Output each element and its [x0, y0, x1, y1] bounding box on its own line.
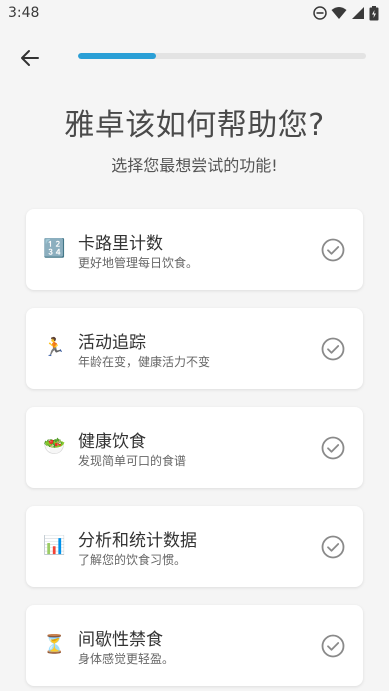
feature-card-healthy-eating[interactable]: 🥗 健康饮食 发现简单可口的食谱 [26, 407, 363, 488]
feature-title: 分析和统计数据 [78, 531, 197, 551]
do-not-disturb-icon [313, 6, 327, 20]
feature-card-activity-tracking[interactable]: 🏃 活动追踪 年龄在变，健康活力不变 [26, 308, 363, 389]
runner-icon: 🏃 [43, 337, 66, 358]
feature-card-analytics[interactable]: 📊 分析和统计数据 了解您的饮食习惯。 [26, 506, 363, 587]
feature-subtitle: 发现简单可口的食谱 [78, 454, 187, 468]
feature-list: 🔢 卡路里计数 更好地管理每日饮食。 🏃 活动追踪 年龄在变，健康活力不变 🥗 … [26, 209, 363, 691]
progress-bar [78, 53, 366, 59]
battery-icon [369, 5, 379, 20]
page-subtitle: 选择您最想尝试的功能! [111, 156, 278, 175]
signal-icon [352, 7, 364, 19]
bar-chart-icon: 📊 [43, 535, 66, 556]
hourglass-icon: ⏳ [43, 634, 66, 655]
feature-title: 卡路里计数 [78, 234, 163, 254]
top-bar [0, 36, 389, 80]
wifi-icon [331, 7, 347, 19]
feature-subtitle: 更好地管理每日饮食。 [78, 256, 199, 270]
status-time: 3:48 [8, 5, 40, 21]
check-circle-icon[interactable] [321, 238, 345, 262]
check-circle-icon[interactable] [321, 337, 345, 361]
feature-title: 间歇性禁食 [78, 630, 163, 650]
status-bar: 3:48 [0, 0, 389, 26]
feature-subtitle: 了解您的饮食习惯。 [78, 553, 187, 567]
feature-card-calorie-counting[interactable]: 🔢 卡路里计数 更好地管理每日饮食。 [26, 209, 363, 290]
feature-subtitle: 年龄在变，健康活力不变 [78, 355, 211, 369]
progress-fill [78, 53, 156, 59]
page-title: 雅卓该如何帮助您? [64, 108, 325, 143]
arrow-left-icon [21, 50, 39, 66]
status-icons [313, 5, 379, 21]
salad-bowl-icon: 🥗 [43, 436, 66, 457]
check-circle-icon[interactable] [321, 634, 345, 658]
back-button[interactable] [14, 42, 46, 74]
check-circle-icon[interactable] [321, 436, 345, 460]
check-circle-icon[interactable] [321, 535, 345, 559]
feature-title: 活动追踪 [78, 333, 146, 353]
feature-subtitle: 身体感觉更轻盈。 [78, 652, 175, 666]
abacus-numbers-icon: 🔢 [43, 238, 66, 259]
feature-title: 健康饮食 [78, 432, 146, 452]
feature-card-intermittent-fasting[interactable]: ⏳ 间歇性禁食 身体感觉更轻盈。 [26, 605, 363, 686]
